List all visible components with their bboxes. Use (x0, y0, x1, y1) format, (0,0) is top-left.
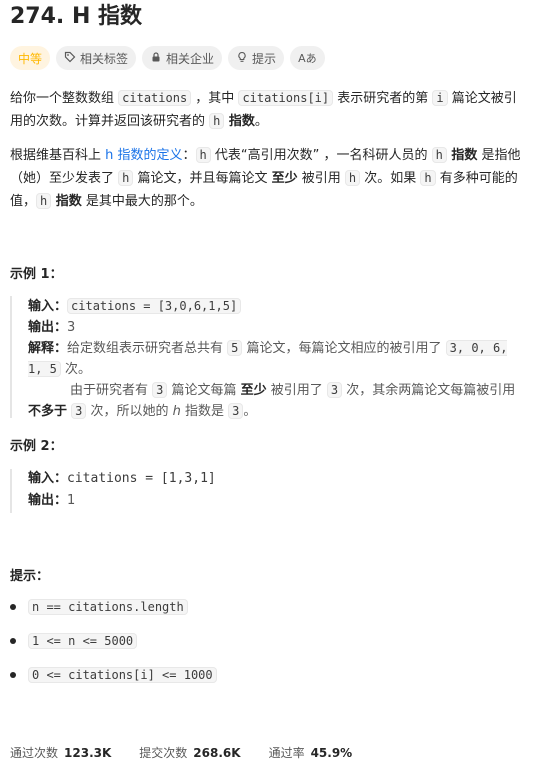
example-2-block: 输入：citations = [1,3,1] 输出：1 (10, 469, 522, 513)
tag-icon (64, 51, 76, 66)
passed-count: 通过次数 123.3K (10, 746, 112, 760)
stats-bar: 通过次数 123.3K 提交次数 268.6K 通过率 45.9% (10, 744, 380, 761)
example-1-explanation: 解释：给定数组表示研究者总共有 5 篇论文，每篇论文相应的被引用了 3, 0, … (28, 340, 516, 419)
description-paragraph-1: 给你一个整数数组 citations ，其中 citations[i] 表示研究… (10, 90, 517, 129)
example-2-title: 示例 2： (10, 439, 63, 454)
list-item: 0 <= citations[i] <= 1000 (10, 664, 217, 698)
list-item: 1 <= n <= 5000 (10, 630, 217, 664)
related-companies-button[interactable]: 相关企业 (142, 46, 223, 70)
example-1-input: citations = [3,0,6,1,5] (67, 298, 242, 314)
description-paragraph-2: 根据维基百科上 h 指数的定义： h 代表“高引用次数” ，一名科研人员的 h 指… (10, 147, 521, 209)
acceptance-rate: 通过率 45.9% (268, 746, 353, 760)
submitted-count: 提交次数 268.6K (139, 746, 241, 760)
constraints-title: 提示： (10, 569, 50, 584)
hint-button[interactable]: 提示 (228, 46, 285, 70)
font-icon: Aあ (298, 52, 317, 65)
example-1-output: 3 (67, 320, 76, 335)
list-item: n == citations.length (10, 596, 217, 630)
lock-icon (150, 51, 162, 66)
example-2-output: 1 (67, 493, 76, 508)
lightbulb-icon (236, 51, 248, 66)
example-2-input: citations = [1,3,1] (67, 471, 216, 486)
tag-bar: 中等 相关标签 相关企业 提示 Aあ (10, 46, 325, 70)
related-tags-button[interactable]: 相关标签 (56, 46, 137, 70)
font-size-button[interactable]: Aあ (290, 46, 325, 70)
example-1-block: 输入： citations = [3,0,6,1,5] 输出：3 解释：给定数组表… (10, 296, 522, 419)
constraints-list: n == citations.length 1 <= n <= 5000 0 <… (10, 596, 217, 698)
h-index-definition-link[interactable]: h 指数的定义 (105, 148, 182, 163)
difficulty-badge: 中等 (10, 46, 51, 70)
example-1-title: 示例 1： (10, 267, 63, 282)
problem-title: 274. H 指数 (10, 4, 143, 29)
